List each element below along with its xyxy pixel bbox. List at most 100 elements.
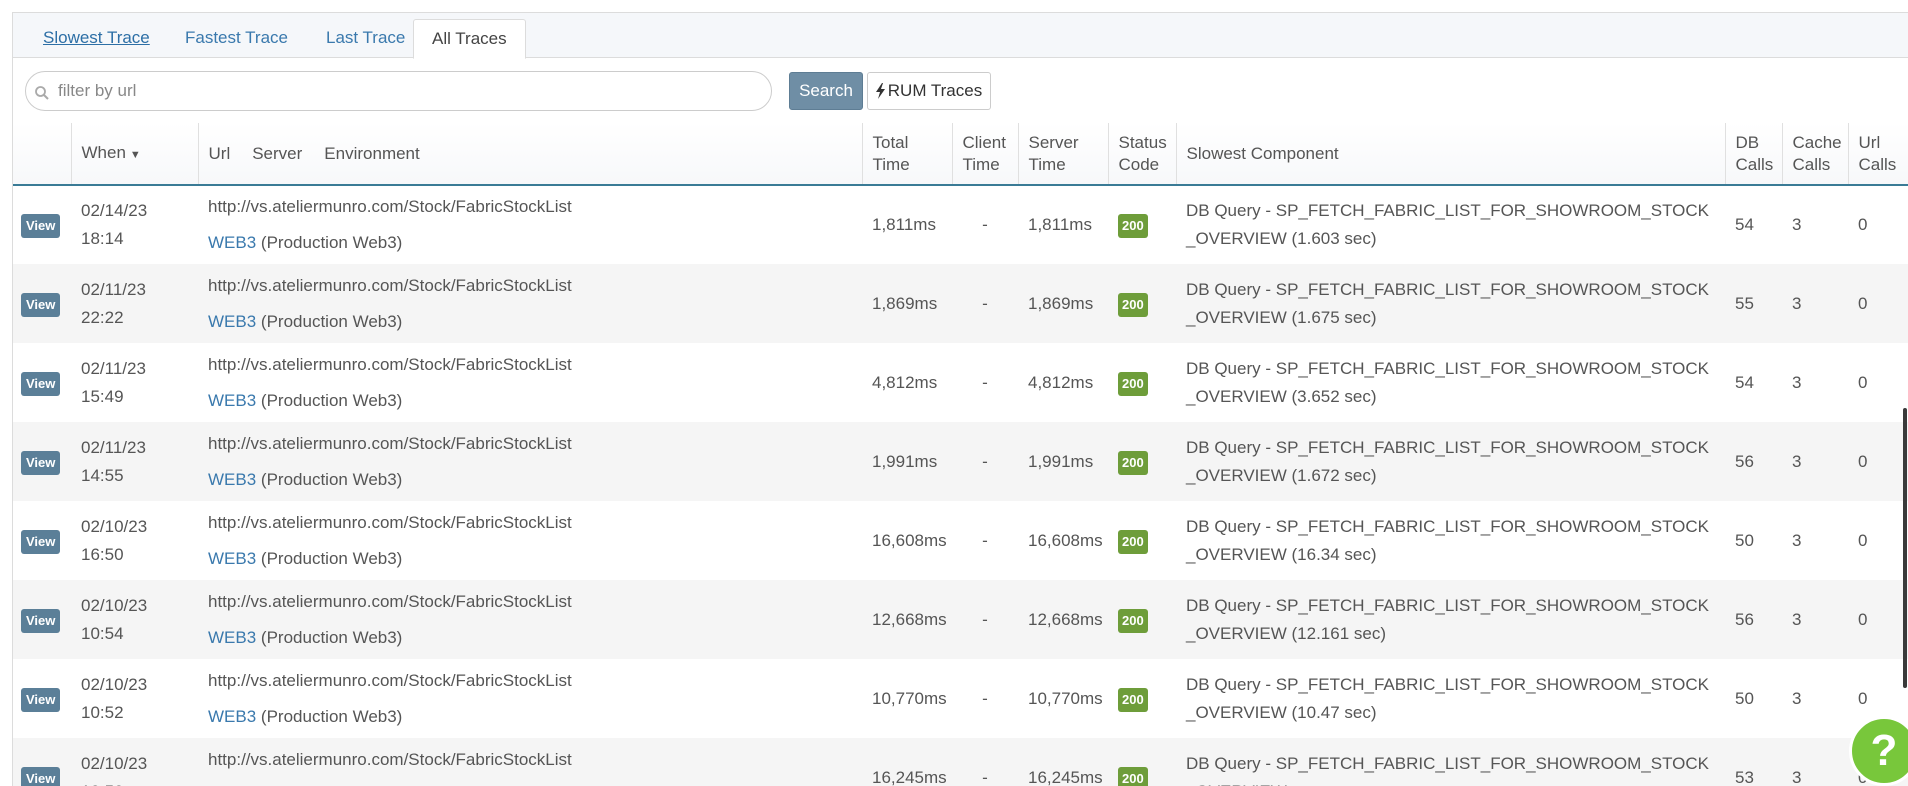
cell-db-calls: 53 [1735, 767, 1754, 786]
url-filter-input[interactable] [56, 76, 756, 106]
cell-cache-calls: 3 [1792, 767, 1802, 786]
status-badge: 200 [1118, 687, 1148, 712]
table-row: View 02/14/23 18:14 http://vs.ateliermunro… [13, 185, 1908, 264]
cell-url: http://vs.ateliermunro.com/Stock/FabricS… [198, 343, 862, 422]
header-cache-calls[interactable]: Cache Calls [1781, 123, 1848, 186]
page-scrollbar[interactable] [1902, 0, 1908, 786]
header-client-time[interactable]: Client Time [951, 123, 1018, 186]
cell-cache-calls: 3 [1792, 215, 1802, 234]
header-url[interactable]: Url [209, 144, 231, 163]
header-server-time[interactable]: Server Time [1017, 123, 1108, 186]
cell-db-calls: 50 [1735, 688, 1754, 708]
header-environment[interactable]: Environment [324, 144, 419, 163]
cell-server-time: 1,991ms [1028, 451, 1094, 471]
server-link[interactable]: WEB3 [208, 233, 256, 252]
cell-url: http://vs.ateliermunro.com/Stock/FabricS… [198, 501, 862, 580]
cell-url-calls: 0 [1858, 293, 1868, 313]
cell-slowest-component: DB Query - SP_FETCH_FABRIC_LIST_FOR_SHOW… [1176, 738, 1725, 786]
header-url-server-env: Url Server Environment [197, 123, 862, 186]
view-button[interactable]: View [21, 687, 61, 712]
cell-status-code: 200 [1108, 264, 1176, 343]
cell-total-time: 1,869ms [872, 293, 938, 313]
cell-url: http://vs.ateliermunro.com/Stock/FabricS… [198, 185, 862, 264]
cell-status-code: 200 [1108, 501, 1176, 580]
cell-when: 02/11/23 22:22 [81, 279, 146, 327]
view-button[interactable]: View [21, 529, 61, 554]
header-total-time[interactable]: Total Time [861, 123, 952, 186]
view-button[interactable]: View [21, 766, 61, 786]
cell-status-code: 200 [1108, 422, 1176, 501]
cell-slowest-component: DB Query - SP_FETCH_FABRIC_LIST_FOR_SHOW… [1176, 264, 1725, 343]
header-client-time-l1: Client [962, 132, 1006, 152]
status-badge: 200 [1118, 608, 1148, 633]
cell-view: View [13, 343, 71, 422]
cell-slowest-component: DB Query - SP_FETCH_FABRIC_LIST_FOR_SHOW… [1176, 422, 1725, 501]
cell-url-calls: 0 [1858, 609, 1868, 629]
header-view [13, 123, 71, 186]
server-link[interactable]: WEB3 [208, 312, 256, 331]
tab-all-traces[interactable]: All Traces [413, 19, 526, 59]
status-badge: 200 [1118, 529, 1148, 554]
view-button[interactable]: View [21, 371, 61, 396]
cell-total-time: 10,770ms [872, 688, 947, 708]
server-link[interactable]: WEB3 [208, 391, 256, 410]
trace-url: http://vs.ateliermunro.com/Stock/FabricS… [208, 275, 572, 295]
server-link[interactable]: WEB3 [208, 707, 256, 726]
tab-slowest-trace[interactable]: Slowest Trace [25, 19, 168, 58]
cell-when: 02/10/23 16:50 [81, 516, 148, 564]
environment-label: (Production Web3) [260, 627, 403, 647]
table-row: View 02/10/23 10:54 http://vs.ateliermunro… [13, 580, 1908, 659]
rum-traces-button[interactable]: RUM Traces [867, 72, 991, 110]
status-badge: 200 [1118, 766, 1148, 786]
header-url-calls[interactable]: Url Calls [1847, 123, 1908, 186]
server-link[interactable]: WEB3 [208, 470, 256, 489]
cell-view: View [13, 501, 71, 580]
table-row: View 02/10/23 16:50 http://vs.ateliermunro… [13, 501, 1908, 580]
header-when[interactable]: When ▼ [70, 123, 198, 186]
scrollbar-thumb[interactable] [1903, 408, 1907, 688]
header-server-time-l2: Time [1028, 154, 1066, 174]
view-button[interactable]: View [21, 292, 61, 317]
header-status-code-l1: Status [1118, 132, 1167, 152]
cell-view: View [13, 264, 71, 343]
trace-url: http://vs.ateliermunro.com/Stock/FabricS… [208, 749, 572, 769]
cell-url-calls: 0 [1858, 372, 1868, 392]
view-button[interactable]: View [21, 608, 61, 633]
search-box [25, 71, 772, 111]
search-icon [35, 86, 49, 100]
header-db-calls[interactable]: DB Calls [1724, 123, 1782, 186]
view-button[interactable]: View [21, 214, 61, 238]
cell-server-time: 1,811ms [1028, 215, 1092, 234]
lightning-bolt-icon [875, 83, 885, 99]
server-link[interactable]: WEB3 [208, 628, 256, 647]
cell-url: http://vs.ateliermunro.com/Stock/FabricS… [198, 264, 862, 343]
slowest-component-text: DB Query - SP_FETCH_FABRIC_LIST_FOR_SHOW… [1186, 279, 1710, 327]
table-row: View 02/11/23 22:22 http://vs.ateliermunro… [13, 264, 1908, 343]
view-button[interactable]: View [21, 450, 61, 475]
trace-url: http://vs.ateliermunro.com/Stock/FabricS… [208, 591, 572, 611]
header-status-code[interactable]: Status Code [1107, 123, 1176, 186]
cell-status-code: 200 [1108, 185, 1176, 264]
header-total-time-l1: Total [872, 132, 909, 152]
header-server[interactable]: Server [252, 144, 302, 163]
cell-url-calls: 0 [1858, 215, 1868, 234]
status-badge: 200 [1118, 292, 1148, 317]
environment-label: (Production Web3) [260, 469, 403, 489]
cell-slowest-component: DB Query - SP_FETCH_FABRIC_LIST_FOR_SHOW… [1176, 185, 1725, 264]
header-status-code-l2: Code [1118, 154, 1160, 174]
search-button[interactable]: Search [789, 72, 863, 110]
cell-total-time: 4,812ms [872, 372, 938, 392]
cell-db-calls: 50 [1735, 530, 1754, 550]
server-link[interactable]: WEB3 [208, 549, 256, 568]
cell-view: View [13, 738, 71, 786]
trace-tabs: Slowest Trace Fastest Trace Last Trace A… [13, 13, 1908, 59]
cell-view: View [13, 422, 71, 501]
slowest-component-text: DB Query - SP_FETCH_FABRIC_LIST_FOR_SHOW… [1186, 201, 1710, 248]
tab-fastest-trace[interactable]: Fastest Trace [167, 19, 306, 58]
header-slowest-component[interactable]: Slowest Component [1175, 123, 1725, 186]
cell-server-time: 4,812ms [1028, 372, 1094, 392]
cell-url: http://vs.ateliermunro.com/Stock/FabricS… [198, 580, 862, 659]
cell-status-code: 200 [1108, 580, 1176, 659]
trace-url: http://vs.ateliermunro.com/Stock/FabricS… [208, 197, 572, 216]
tab-last-trace[interactable]: Last Trace [308, 19, 423, 58]
